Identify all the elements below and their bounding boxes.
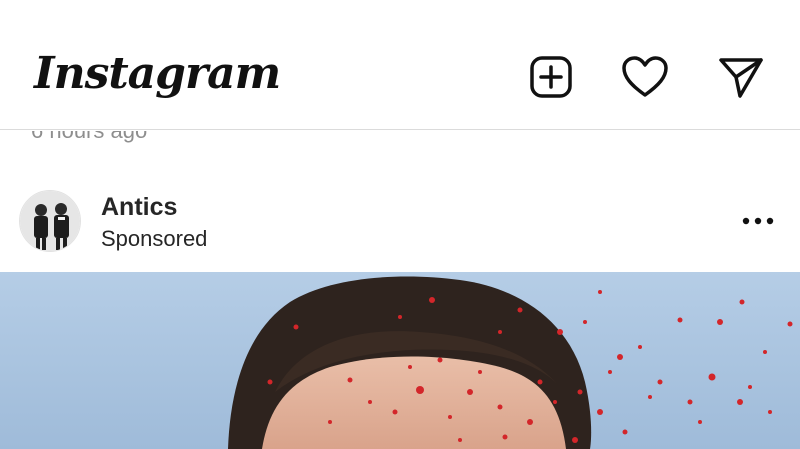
new-post-button[interactable]	[526, 52, 576, 102]
more-horizontal-icon	[742, 217, 774, 225]
top-navigation-bar: Instagram	[0, 0, 800, 130]
plus-square-icon	[530, 56, 572, 98]
sponsored-photo	[0, 272, 800, 449]
heart-icon	[622, 56, 668, 97]
post-username[interactable]: Antics	[101, 192, 177, 222]
direct-messages-button[interactable]	[716, 52, 766, 102]
instagram-logo[interactable]: Instagram	[34, 44, 281, 104]
activity-button[interactable]	[620, 52, 670, 102]
sponsored-label: Sponsored	[101, 226, 208, 251]
post-options-button[interactable]	[736, 206, 780, 236]
avatar[interactable]	[19, 190, 81, 252]
post-media-image[interactable]	[0, 272, 800, 449]
paper-plane-icon	[719, 58, 763, 98]
avatar-image	[20, 191, 80, 251]
post-header: Antics Sponsored	[0, 182, 800, 270]
